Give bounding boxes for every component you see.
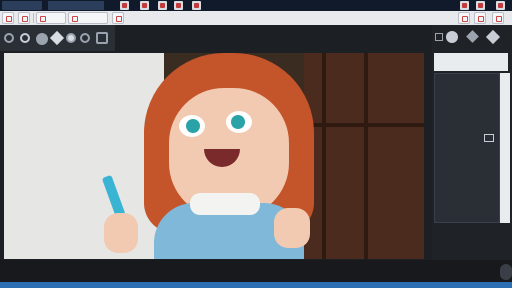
drop-icon[interactable]	[49, 30, 65, 46]
taskbar-strip	[0, 282, 512, 288]
tool-options-bar	[0, 25, 115, 51]
zoom-knob[interactable]	[500, 264, 512, 280]
toolbar-divider	[33, 13, 34, 23]
layers-icon[interactable]	[36, 12, 66, 24]
ring-icon[interactable]	[80, 33, 90, 43]
pin-icon[interactable]	[458, 12, 470, 24]
right-hand	[274, 208, 310, 248]
panel-menu-icon[interactable]	[435, 33, 443, 41]
image-canvas[interactable]	[4, 53, 424, 259]
panel-row[interactable]	[437, 214, 497, 220]
shield-icon[interactable]	[474, 12, 486, 24]
left-hand	[104, 213, 138, 253]
window-close-icon[interactable]	[496, 1, 505, 10]
app-icon-1[interactable]	[120, 1, 129, 10]
moon-icon[interactable]	[36, 33, 48, 45]
title-tab-1[interactable]	[2, 1, 42, 10]
eraser-icon[interactable]	[492, 12, 504, 24]
gem-icon[interactable]	[485, 29, 501, 45]
door-panel	[364, 53, 368, 259]
panel-row[interactable]	[437, 114, 497, 120]
panel-row[interactable]	[437, 203, 497, 209]
grid-icon[interactable]	[68, 12, 108, 24]
door-panel	[304, 123, 424, 127]
main-toolbar	[0, 11, 512, 25]
shape-icon[interactable]	[66, 33, 76, 43]
panel-row[interactable]	[437, 183, 497, 189]
title-bar	[0, 0, 512, 11]
door-panel	[322, 53, 326, 259]
window-minimize-icon[interactable]	[460, 1, 469, 10]
undo-icon[interactable]	[2, 12, 14, 24]
panel-row[interactable]	[437, 160, 497, 166]
app-icon-5[interactable]	[192, 1, 201, 10]
app-icon-4[interactable]	[174, 1, 183, 10]
window-maximize-icon[interactable]	[476, 1, 485, 10]
link-icon[interactable]	[484, 134, 494, 142]
title-tab-2[interactable]	[48, 1, 104, 10]
square-icon[interactable]	[96, 32, 108, 44]
app-icon-3[interactable]	[158, 1, 167, 10]
diamond-icon[interactable]	[466, 30, 479, 43]
panel-body	[434, 73, 500, 223]
panel-row[interactable]	[437, 86, 497, 92]
lasso-icon[interactable]	[4, 33, 14, 43]
circle-dot-icon[interactable]	[446, 31, 458, 43]
panel-row[interactable]	[437, 193, 497, 199]
panel-row[interactable]	[437, 98, 497, 104]
circle-icon[interactable]	[20, 33, 30, 43]
left-eye	[179, 115, 205, 137]
background-door	[304, 53, 424, 259]
view-icon[interactable]	[112, 12, 124, 24]
collar	[190, 193, 260, 215]
background-wall	[4, 53, 164, 259]
app-icon-2[interactable]	[140, 1, 149, 10]
panel-scrollbar[interactable]	[500, 73, 510, 223]
brush-icon[interactable]	[18, 12, 30, 24]
right-eye	[226, 111, 252, 133]
panel-header	[434, 53, 508, 71]
